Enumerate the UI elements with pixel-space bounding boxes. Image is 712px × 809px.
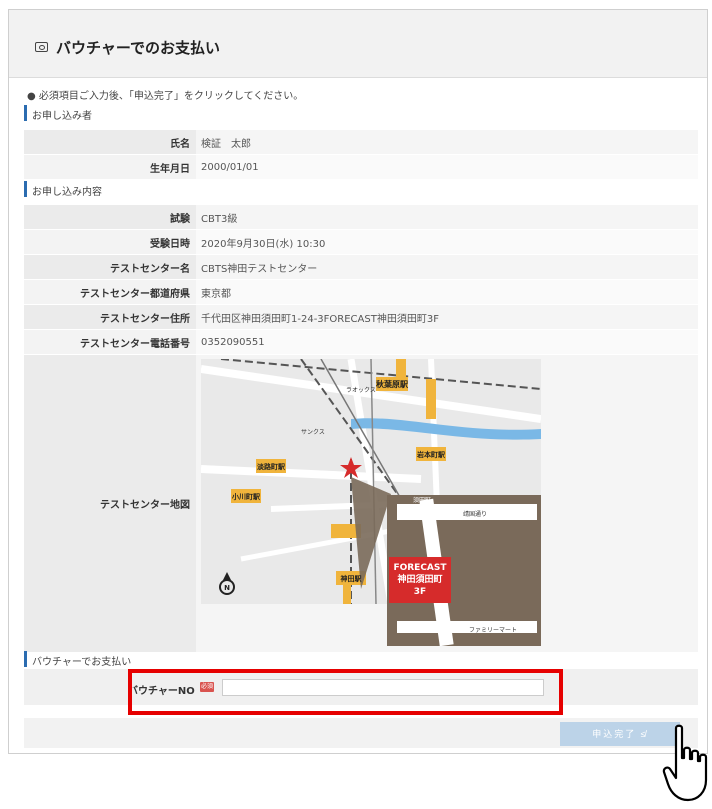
- label-familymart: ファミリーマート: [469, 627, 517, 634]
- section-marker: [24, 651, 27, 667]
- test-center-map: FORECAST 神田須田町 3F 秋葉原駅 岩本町駅 淡路町駅 小川町駅 神田…: [200, 358, 542, 647]
- row-value: 千代田区神田須田町1-24-3FORECAST神田須田町3F: [196, 305, 698, 329]
- row-label: テストセンター住所: [24, 305, 196, 329]
- applicant-table: 氏名 検証 太郎 生年月日 2000/01/01: [24, 130, 698, 180]
- table-row: 氏名 検証 太郎: [24, 130, 698, 155]
- label-sudacho-inset: 須田町: [413, 496, 431, 504]
- section-applicant: お申し込み者: [24, 105, 698, 122]
- table-row: テストセンター住所 千代田区神田須田町1-24-3FORECAST神田須田町3F: [24, 305, 698, 330]
- row-value-map: FORECAST 神田須田町 3F 秋葉原駅 岩本町駅 淡路町駅 小川町駅 神田…: [196, 355, 698, 652]
- footer-bar: 申込完了 ≰: [24, 718, 698, 748]
- row-label: 氏名: [24, 130, 196, 154]
- station-awajicho: 淡路町駅: [257, 462, 286, 471]
- table-row: 生年月日 2000/01/01: [24, 155, 698, 180]
- row-label: テストセンター電話番号: [24, 330, 196, 354]
- label-laox: ラオックス: [346, 387, 376, 394]
- label-sunkus: サンクス: [301, 429, 325, 436]
- section-label: お申し込み内容: [32, 187, 102, 198]
- table-row-map: テストセンター地図 FORECAST 神田須田町 3F 秋葉原駅 岩本町駅 淡路…: [24, 355, 698, 653]
- station-ogawamachi: 小川町駅: [231, 492, 261, 501]
- section-label: お申し込み者: [32, 111, 92, 122]
- label-yasukuni-inset: 靖国通り: [463, 510, 487, 518]
- table-row: 試験 CBT3級: [24, 205, 698, 230]
- callout-line-2: 神田須田町: [397, 573, 442, 585]
- callout-line-1: FORECAST: [393, 563, 447, 573]
- station-iwamotocho: 岩本町駅: [416, 450, 446, 459]
- row-label: テストセンター名: [24, 255, 196, 279]
- row-value: 検証 太郎: [196, 130, 698, 154]
- row-label: 試験: [24, 205, 196, 229]
- ticket-icon: [35, 42, 48, 52]
- section-details: お申し込み内容: [24, 181, 698, 198]
- page-title: バウチャーでのお支払い: [56, 39, 220, 57]
- row-value: CBTS神田テストセンター: [196, 255, 698, 279]
- row-value: CBT3級: [196, 205, 698, 229]
- table-row: テストセンター都道府県 東京都: [24, 280, 698, 305]
- row-label: テストセンター都道府県: [24, 280, 196, 304]
- table-row: テストセンター電話番号 0352090551: [24, 330, 698, 355]
- hand-pointer-icon: [662, 724, 708, 802]
- section-label: バウチャーでお支払い: [32, 657, 132, 668]
- instruction-text: ● 必須項目ご入力後、「申込完了」をクリックしてください。: [27, 91, 304, 102]
- row-label: 受験日時: [24, 230, 196, 254]
- map-graphic: FORECAST 神田須田町 3F 秋葉原駅 岩本町駅 淡路町駅 小川町駅 神田…: [200, 358, 542, 647]
- callout-line-3: 3F: [414, 587, 426, 597]
- station-kanda: 神田駅: [341, 574, 363, 583]
- row-value: 0352090551: [196, 330, 698, 354]
- station-akihabara: 秋葉原駅: [375, 379, 409, 389]
- section-marker: [24, 105, 27, 121]
- panel-header: バウチャーでのお支払い: [9, 10, 707, 78]
- highlight-box: [128, 669, 563, 715]
- row-label: テストセンター地図: [24, 355, 196, 652]
- section-marker: [24, 181, 27, 197]
- section-voucher: バウチャーでお支払い: [24, 651, 698, 668]
- row-value: 2000/01/01: [196, 155, 698, 179]
- details-table: 試験 CBT3級 受験日時 2020年9月30日(水) 10:30 テストセンタ…: [24, 205, 698, 653]
- table-row: テストセンター名 CBTS神田テストセンター: [24, 255, 698, 280]
- row-label: 生年月日: [24, 155, 196, 179]
- table-row: 受験日時 2020年9月30日(水) 10:30: [24, 230, 698, 255]
- compass-north: N: [224, 584, 230, 592]
- row-value: 東京都: [196, 280, 698, 304]
- row-value: 2020年9月30日(水) 10:30: [196, 230, 698, 254]
